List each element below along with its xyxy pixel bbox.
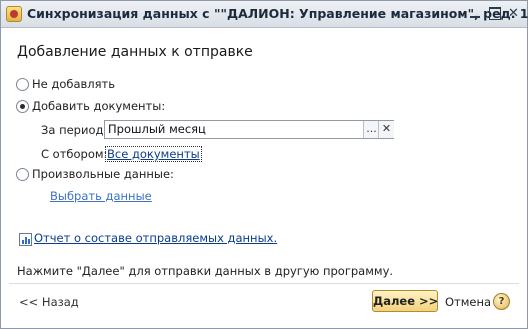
select-button[interactable]: ...	[363, 121, 379, 138]
cancel-button[interactable]: Отмена	[445, 295, 491, 309]
radio-arbitrary-data[interactable]: Произвольные данные:	[16, 166, 174, 182]
radio-arbitrary-data-icon[interactable]	[16, 167, 29, 181]
radio-no-add-icon[interactable]	[16, 77, 29, 91]
minimize-button[interactable]	[469, 7, 482, 20]
page-title: Добавление данных к отправке	[17, 44, 253, 60]
report-link[interactable]: Отчет о составе отправляемых данных.	[34, 231, 277, 245]
next-button[interactable]: Далее >>	[372, 290, 438, 312]
window-title: Синхронизация данных с ""ДАЛИОН: Управле…	[27, 6, 528, 21]
close-icon[interactable]: ✕	[507, 7, 520, 20]
app-icon	[6, 6, 22, 22]
radio-no-add-label: Не добавлять	[32, 77, 116, 91]
radio-arbitrary-data-label: Произвольные данные:	[32, 167, 174, 181]
radio-no-add[interactable]: Не добавлять	[16, 76, 115, 92]
footer-divider	[9, 283, 519, 284]
title-bar[interactable]: Синхронизация данных с ""ДАЛИОН: Управле…	[1, 1, 528, 28]
instruction-note: Нажмите "Далее" для отправки данных в др…	[17, 264, 394, 278]
clear-icon[interactable]: ✕	[378, 121, 394, 138]
period-value: Прошлый месяц	[108, 122, 206, 136]
period-field[interactable]: Прошлый месяц ... ✕	[104, 120, 394, 139]
back-button[interactable]: << Назад	[19, 295, 79, 309]
choose-data-link[interactable]: Выбрать данные	[50, 189, 152, 203]
dialog-content: Добавление данных к отправке Не добавлят…	[1, 28, 527, 328]
radio-add-documents-label: Добавить документы:	[32, 99, 166, 113]
radio-add-documents[interactable]: Добавить документы:	[16, 98, 165, 114]
report-icon	[19, 233, 32, 246]
radio-add-documents-icon[interactable]	[16, 99, 29, 113]
maximize-button[interactable]	[489, 7, 502, 20]
filter-link[interactable]: Все документы	[105, 146, 202, 162]
filter-label: С отбором:	[41, 147, 108, 161]
period-label: За период:	[41, 123, 108, 137]
dialog-window: Синхронизация данных с ""ДАЛИОН: Управле…	[0, 0, 528, 329]
help-icon[interactable]: ?	[493, 293, 510, 310]
